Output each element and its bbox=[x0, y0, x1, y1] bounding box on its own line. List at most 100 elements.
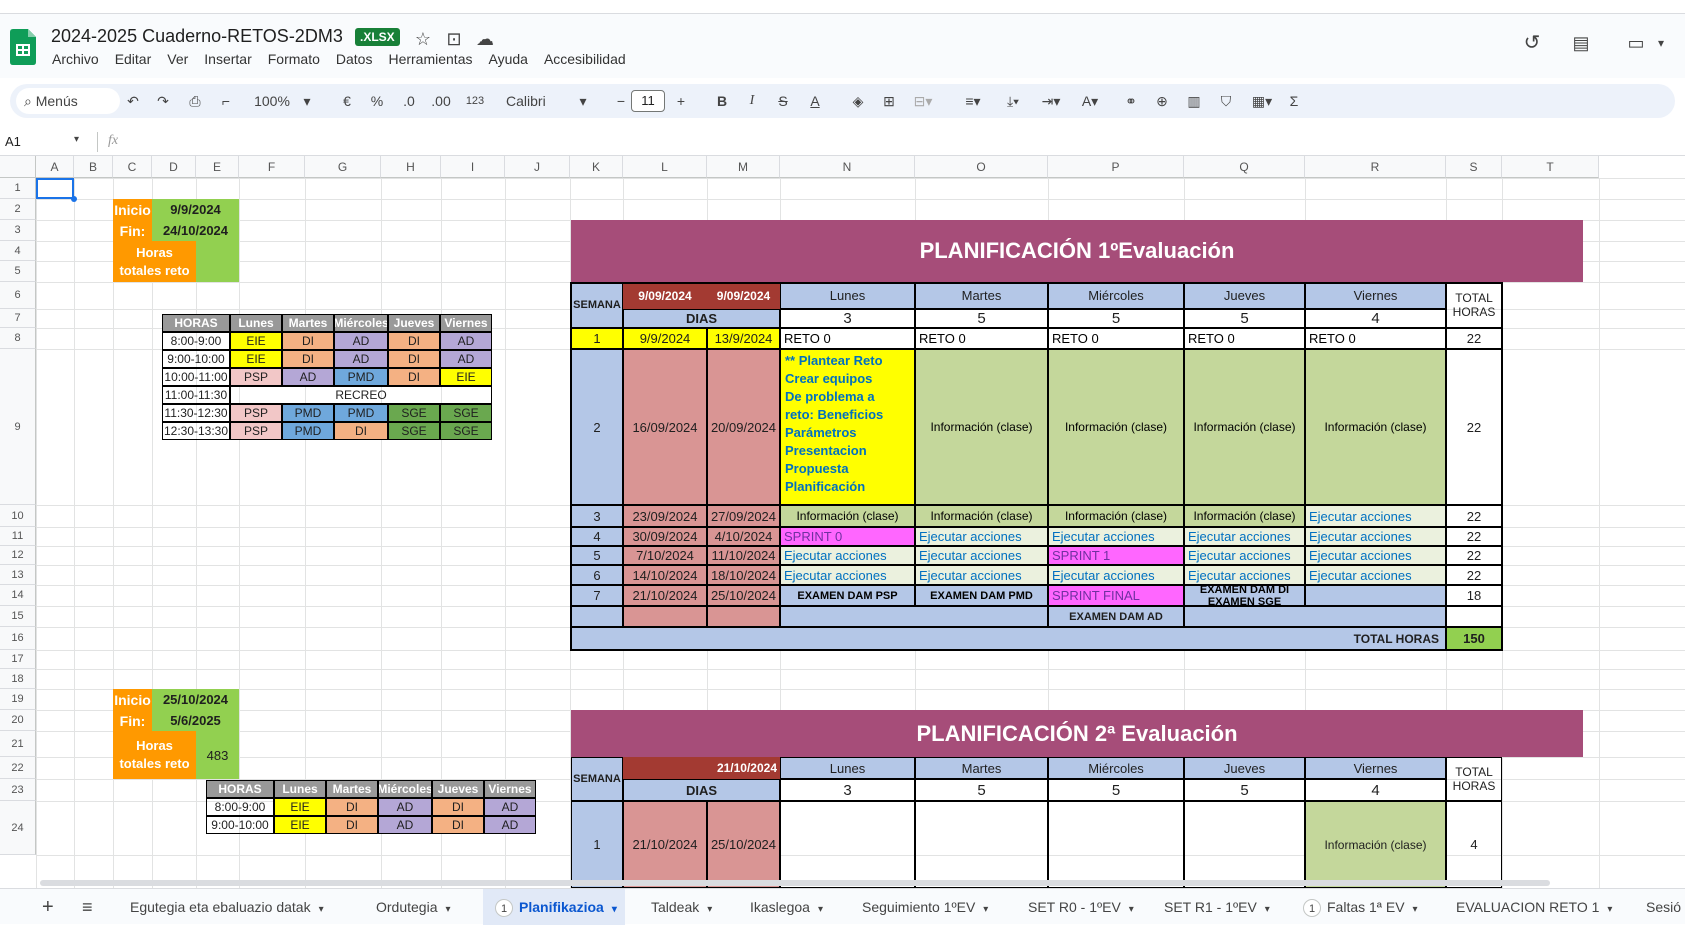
font-select[interactable]: Calibri bbox=[506, 84, 576, 118]
plan1-week-end[interactable]: 18/10/2024 bbox=[707, 565, 780, 585]
menu-editar[interactable]: Editar bbox=[107, 51, 160, 67]
horario1-subject[interactable]: EIE bbox=[230, 350, 282, 368]
filter-views-icon[interactable]: ▦▾ bbox=[1248, 84, 1276, 118]
meet-dropdown-icon[interactable]: ▾ bbox=[1650, 32, 1672, 54]
insert-comment-icon[interactable]: ⊕ bbox=[1152, 84, 1172, 118]
plan1-total-header[interactable]: TOTAL HORAS bbox=[1446, 282, 1502, 328]
plan1-week-total[interactable]: 18 bbox=[1446, 585, 1502, 606]
plan1-empty-end[interactable] bbox=[707, 606, 780, 627]
plan1-weekday[interactable]: Jueves bbox=[1184, 282, 1305, 309]
sheet-tab[interactable]: 1 Faltas 1ª EV ▾ bbox=[1291, 889, 1429, 925]
document-title[interactable]: 2024-2025 Cuaderno-RETOS-2DM3 bbox=[51, 26, 343, 47]
plan1-day-cell[interactable]: Ejecutar acciones bbox=[1048, 565, 1184, 585]
plan1-day-cell[interactable]: Ejecutar acciones bbox=[1305, 565, 1446, 585]
plan1-week-number[interactable]: 4 bbox=[571, 527, 623, 546]
paint-format-icon[interactable]: ⌐ bbox=[215, 84, 237, 118]
horario2-subject[interactable]: DI bbox=[432, 798, 484, 816]
horario1-subject[interactable]: PSP bbox=[230, 404, 282, 422]
plan1-week-start[interactable]: 7/10/2024 bbox=[623, 546, 707, 565]
row-header[interactable]: 21 bbox=[0, 731, 36, 757]
horizontal-align-icon[interactable]: ≡▾ bbox=[960, 84, 986, 118]
plan1-day-cell[interactable]: RETO 0 bbox=[1305, 328, 1446, 349]
plan1-day-cell[interactable]: RETO 0 bbox=[915, 328, 1048, 349]
plan2-weekday[interactable]: Martes bbox=[915, 757, 1048, 779]
horario1-subject[interactable]: SGE bbox=[440, 422, 492, 440]
column-header[interactable]: J bbox=[505, 156, 570, 178]
sheet-tab[interactable]: 1 Planifikazioa ▾ bbox=[483, 889, 625, 925]
column-header[interactable]: H bbox=[381, 156, 441, 178]
plan1-day-cell[interactable]: RETO 0 bbox=[1184, 328, 1305, 349]
tab-dropdown-icon[interactable]: ▾ bbox=[1265, 904, 1270, 915]
inicio-label[interactable]: Inicio bbox=[113, 199, 152, 220]
plan1-day-cell[interactable]: SPRINT FINAL bbox=[1048, 585, 1184, 606]
column-header[interactable]: F bbox=[239, 156, 305, 178]
horario2-subject[interactable]: AD bbox=[484, 798, 536, 816]
redo-icon[interactable]: ↷ bbox=[152, 84, 174, 118]
add-sheet-icon[interactable]: + bbox=[42, 889, 54, 925]
horas-label[interactable]: Horas totales reto bbox=[113, 241, 196, 282]
plan1-week-start[interactable]: 14/10/2024 bbox=[623, 565, 707, 585]
plan1-week-end[interactable]: 20/09/2024 bbox=[707, 349, 780, 505]
star-icon[interactable]: ☆ bbox=[412, 28, 434, 50]
plan1-daycount[interactable]: 5 bbox=[1048, 309, 1184, 328]
sheet-tab[interactable]: Egutegia eta ebaluazio datak ▾ bbox=[118, 889, 346, 925]
horario1-time[interactable]: 8:00-9:00 bbox=[162, 332, 230, 350]
insert-link-icon[interactable]: ⚭ bbox=[1121, 84, 1141, 118]
plan2-weekday[interactable]: Lunes bbox=[780, 757, 915, 779]
column-header[interactable]: I bbox=[441, 156, 505, 178]
horario2-subject[interactable]: EIE bbox=[274, 798, 326, 816]
plan1-day-cell[interactable]: Ejecutar acciones bbox=[915, 527, 1048, 546]
horario1-subject[interactable]: AD bbox=[334, 350, 388, 368]
row-header[interactable]: 18 bbox=[0, 669, 36, 689]
plan1-day-cell[interactable]: Ejecutar acciones bbox=[1184, 546, 1305, 565]
horario2-header[interactable]: Jueves bbox=[432, 780, 484, 798]
plan1-empty-total[interactable] bbox=[1446, 606, 1502, 627]
plan2-date[interactable]: 21/10/2024 bbox=[623, 757, 780, 779]
plan1-daycount[interactable]: 3 bbox=[780, 309, 915, 328]
plan1-day-cell[interactable]: Ejecutar acciones bbox=[1184, 565, 1305, 585]
inicio2-value[interactable]: 25/10/2024 bbox=[152, 689, 239, 710]
plan2-day-cell[interactable] bbox=[780, 801, 915, 888]
plan1-day-cell[interactable]: SPRINT 0 bbox=[780, 527, 915, 546]
horario1-subject[interactable]: AD bbox=[334, 332, 388, 350]
vertical-align-icon[interactable]: ⤓▾ bbox=[1000, 84, 1026, 118]
plan1-day-cell[interactable] bbox=[1305, 585, 1446, 606]
column-header[interactable]: P bbox=[1048, 156, 1184, 178]
column-header[interactable]: Q bbox=[1184, 156, 1305, 178]
font-size-decrease-icon[interactable]: − bbox=[612, 84, 630, 118]
plan1-day-cell[interactable]: Información (clase) bbox=[915, 505, 1048, 527]
horario1-time[interactable]: 11:30-12:30 bbox=[162, 404, 230, 422]
row-header[interactable]: 13 bbox=[0, 565, 36, 585]
horas-value[interactable] bbox=[196, 241, 239, 282]
plan1-weekday[interactable]: Lunes bbox=[780, 282, 915, 309]
column-header[interactable]: L bbox=[623, 156, 707, 178]
row-header[interactable]: 5 bbox=[0, 261, 36, 282]
plan1-day-cell[interactable]: Información (clase) bbox=[1048, 505, 1184, 527]
italic-icon[interactable]: I bbox=[742, 84, 762, 118]
plan1-week-number[interactable]: 1 bbox=[571, 328, 623, 349]
plan1-week-number[interactable]: 2 bbox=[571, 349, 623, 505]
sheet-tab[interactable]: SET R0 - 1ºEV ▾ bbox=[1016, 889, 1138, 925]
history-icon[interactable]: ↺ bbox=[1521, 32, 1543, 54]
plan1-day-cell[interactable]: Ejecutar acciones bbox=[915, 546, 1048, 565]
plan1-week-number[interactable]: 6 bbox=[571, 565, 623, 585]
horario1-header[interactable]: Lunes bbox=[230, 314, 282, 332]
column-header[interactable]: G bbox=[305, 156, 381, 178]
plan1-weekday[interactable]: Martes bbox=[915, 282, 1048, 309]
horario1-subject[interactable]: SGE bbox=[440, 404, 492, 422]
column-header[interactable]: O bbox=[915, 156, 1048, 178]
plan1-day-cell[interactable]: EXAMEN DAM DI EXAMEN SGE bbox=[1184, 585, 1305, 606]
fin-label[interactable]: Fin: bbox=[113, 220, 152, 241]
horario1-subject[interactable]: PMD bbox=[282, 422, 334, 440]
plan1-semana-header[interactable]: SEMANA bbox=[571, 282, 623, 328]
plan1-weekday[interactable]: Miércoles bbox=[1048, 282, 1184, 309]
horizontal-scrollbar[interactable] bbox=[40, 880, 1550, 886]
borders-icon[interactable]: ⊞ bbox=[879, 84, 899, 118]
selected-cell-a1[interactable] bbox=[36, 178, 74, 199]
horario1-subject[interactable]: DI bbox=[334, 422, 388, 440]
horario2-time[interactable]: 9:00-10:00 bbox=[206, 816, 274, 834]
horario1-recreo[interactable]: RECREO bbox=[230, 386, 492, 404]
currency-format-button[interactable]: € bbox=[337, 84, 357, 118]
plan1-day-cell[interactable]: RETO 0 bbox=[1048, 328, 1184, 349]
horario2-header[interactable]: Martes bbox=[326, 780, 378, 798]
